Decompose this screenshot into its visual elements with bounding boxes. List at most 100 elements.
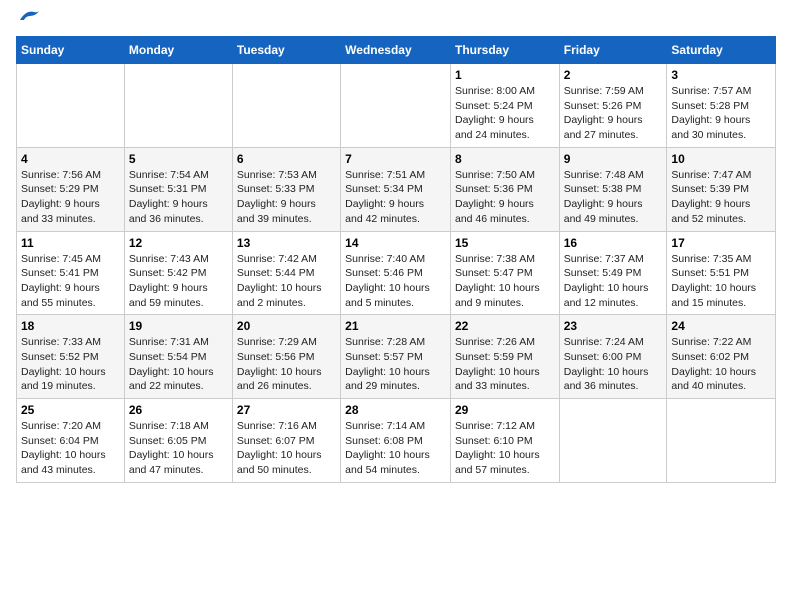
calendar-table: SundayMondayTuesdayWednesdayThursdayFrid… bbox=[16, 36, 776, 483]
header-day-monday: Monday bbox=[124, 37, 232, 64]
day-number: 23 bbox=[564, 319, 663, 333]
calendar-cell: 22 Sunrise: 7:26 AM Sunset: 5:59 PM Dayli… bbox=[450, 315, 559, 399]
day-number: 21 bbox=[345, 319, 446, 333]
day-number: 7 bbox=[345, 152, 446, 166]
day-number: 8 bbox=[455, 152, 555, 166]
header-row: SundayMondayTuesdayWednesdayThursdayFrid… bbox=[17, 37, 776, 64]
header-day-wednesday: Wednesday bbox=[341, 37, 451, 64]
calendar-cell: 6 Sunrise: 7:53 AM Sunset: 5:33 PM Daylig… bbox=[232, 147, 340, 231]
day-info: Sunrise: 7:51 AM Sunset: 5:34 PM Dayligh… bbox=[345, 168, 446, 227]
day-number: 28 bbox=[345, 403, 446, 417]
calendar-cell: 10 Sunrise: 7:47 AM Sunset: 5:39 PM Dayli… bbox=[667, 147, 776, 231]
day-number: 19 bbox=[129, 319, 228, 333]
calendar-cell: 2 Sunrise: 7:59 AM Sunset: 5:26 PM Daylig… bbox=[559, 64, 667, 148]
calendar-cell bbox=[124, 64, 232, 148]
calendar-cell: 18 Sunrise: 7:33 AM Sunset: 5:52 PM Dayli… bbox=[17, 315, 125, 399]
day-info: Sunrise: 7:38 AM Sunset: 5:47 PM Dayligh… bbox=[455, 252, 555, 311]
calendar-cell bbox=[559, 399, 667, 483]
day-number: 10 bbox=[671, 152, 771, 166]
day-number: 11 bbox=[21, 236, 120, 250]
day-number: 9 bbox=[564, 152, 663, 166]
day-number: 5 bbox=[129, 152, 228, 166]
calendar-cell: 14 Sunrise: 7:40 AM Sunset: 5:46 PM Dayli… bbox=[341, 231, 451, 315]
logo bbox=[16, 16, 40, 24]
calendar-cell: 24Sunrise: 7:22 AM Sunset: 6:02 PM Dayli… bbox=[667, 315, 776, 399]
day-info: Sunrise: 8:00 AM Sunset: 5:24 PM Dayligh… bbox=[455, 84, 555, 143]
week-row-1: 1Sunrise: 8:00 AM Sunset: 5:24 PM Daylig… bbox=[17, 64, 776, 148]
day-info: Sunrise: 7:14 AM Sunset: 6:08 PM Dayligh… bbox=[345, 419, 446, 478]
day-info: Sunrise: 7:29 AM Sunset: 5:56 PM Dayligh… bbox=[237, 335, 336, 394]
day-info: Sunrise: 7:47 AM Sunset: 5:39 PM Dayligh… bbox=[671, 168, 771, 227]
day-info: Sunrise: 7:16 AM Sunset: 6:07 PM Dayligh… bbox=[237, 419, 336, 478]
calendar-cell: 8 Sunrise: 7:50 AM Sunset: 5:36 PM Daylig… bbox=[450, 147, 559, 231]
calendar-cell: 5 Sunrise: 7:54 AM Sunset: 5:31 PM Daylig… bbox=[124, 147, 232, 231]
header-day-thursday: Thursday bbox=[450, 37, 559, 64]
calendar-cell: 9 Sunrise: 7:48 AM Sunset: 5:38 PM Daylig… bbox=[559, 147, 667, 231]
day-info: Sunrise: 7:57 AM Sunset: 5:28 PM Dayligh… bbox=[671, 84, 771, 143]
day-info: Sunrise: 7:53 AM Sunset: 5:33 PM Dayligh… bbox=[237, 168, 336, 227]
day-info: Sunrise: 7:45 AM Sunset: 5:41 PM Dayligh… bbox=[21, 252, 120, 311]
header-day-tuesday: Tuesday bbox=[232, 37, 340, 64]
calendar-cell: 12Sunrise: 7:43 AM Sunset: 5:42 PM Dayli… bbox=[124, 231, 232, 315]
week-row-5: 25 Sunrise: 7:20 AM Sunset: 6:04 PM Dayli… bbox=[17, 399, 776, 483]
day-info: Sunrise: 7:50 AM Sunset: 5:36 PM Dayligh… bbox=[455, 168, 555, 227]
calendar-cell bbox=[667, 399, 776, 483]
day-info: Sunrise: 7:28 AM Sunset: 5:57 PM Dayligh… bbox=[345, 335, 446, 394]
calendar-cell: 19 Sunrise: 7:31 AM Sunset: 5:54 PM Dayli… bbox=[124, 315, 232, 399]
calendar-cell: 25 Sunrise: 7:20 AM Sunset: 6:04 PM Dayli… bbox=[17, 399, 125, 483]
day-info: Sunrise: 7:33 AM Sunset: 5:52 PM Dayligh… bbox=[21, 335, 120, 394]
header-day-sunday: Sunday bbox=[17, 37, 125, 64]
calendar-cell: 17 Sunrise: 7:35 AM Sunset: 5:51 PM Dayli… bbox=[667, 231, 776, 315]
day-number: 26 bbox=[129, 403, 228, 417]
day-number: 14 bbox=[345, 236, 446, 250]
day-info: Sunrise: 7:54 AM Sunset: 5:31 PM Dayligh… bbox=[129, 168, 228, 227]
calendar-body: 1Sunrise: 8:00 AM Sunset: 5:24 PM Daylig… bbox=[17, 64, 776, 483]
day-info: Sunrise: 7:56 AM Sunset: 5:29 PM Dayligh… bbox=[21, 168, 120, 227]
calendar-cell: 3 Sunrise: 7:57 AM Sunset: 5:28 PM Daylig… bbox=[667, 64, 776, 148]
day-info: Sunrise: 7:59 AM Sunset: 5:26 PM Dayligh… bbox=[564, 84, 663, 143]
day-number: 2 bbox=[564, 68, 663, 82]
day-info: Sunrise: 7:42 AM Sunset: 5:44 PM Dayligh… bbox=[237, 252, 336, 311]
calendar-cell: 29Sunrise: 7:12 AM Sunset: 6:10 PM Dayli… bbox=[450, 399, 559, 483]
day-number: 27 bbox=[237, 403, 336, 417]
calendar-cell: 20 Sunrise: 7:29 AM Sunset: 5:56 PM Dayli… bbox=[232, 315, 340, 399]
day-number: 22 bbox=[455, 319, 555, 333]
calendar-cell: 16 Sunrise: 7:37 AM Sunset: 5:49 PM Dayli… bbox=[559, 231, 667, 315]
calendar-cell: 26 Sunrise: 7:18 AM Sunset: 6:05 PM Dayli… bbox=[124, 399, 232, 483]
day-info: Sunrise: 7:48 AM Sunset: 5:38 PM Dayligh… bbox=[564, 168, 663, 227]
calendar-cell: 15 Sunrise: 7:38 AM Sunset: 5:47 PM Dayli… bbox=[450, 231, 559, 315]
week-row-4: 18 Sunrise: 7:33 AM Sunset: 5:52 PM Dayli… bbox=[17, 315, 776, 399]
day-number: 29 bbox=[455, 403, 555, 417]
header-day-friday: Friday bbox=[559, 37, 667, 64]
day-number: 16 bbox=[564, 236, 663, 250]
day-number: 15 bbox=[455, 236, 555, 250]
page-header bbox=[16, 16, 776, 24]
day-number: 25 bbox=[21, 403, 120, 417]
day-number: 12 bbox=[129, 236, 228, 250]
day-info: Sunrise: 7:35 AM Sunset: 5:51 PM Dayligh… bbox=[671, 252, 771, 311]
day-info: Sunrise: 7:22 AM Sunset: 6:02 PM Dayligh… bbox=[671, 335, 771, 394]
day-info: Sunrise: 7:18 AM Sunset: 6:05 PM Dayligh… bbox=[129, 419, 228, 478]
day-number: 3 bbox=[671, 68, 771, 82]
calendar-cell bbox=[17, 64, 125, 148]
day-number: 4 bbox=[21, 152, 120, 166]
day-info: Sunrise: 7:31 AM Sunset: 5:54 PM Dayligh… bbox=[129, 335, 228, 394]
calendar-cell: 1Sunrise: 8:00 AM Sunset: 5:24 PM Daylig… bbox=[450, 64, 559, 148]
calendar-cell: 7 Sunrise: 7:51 AM Sunset: 5:34 PM Daylig… bbox=[341, 147, 451, 231]
day-number: 13 bbox=[237, 236, 336, 250]
day-number: 17 bbox=[671, 236, 771, 250]
day-info: Sunrise: 7:40 AM Sunset: 5:46 PM Dayligh… bbox=[345, 252, 446, 311]
day-number: 6 bbox=[237, 152, 336, 166]
week-row-3: 11 Sunrise: 7:45 AM Sunset: 5:41 PM Dayli… bbox=[17, 231, 776, 315]
calendar-cell bbox=[232, 64, 340, 148]
day-number: 18 bbox=[21, 319, 120, 333]
calendar-cell: 21 Sunrise: 7:28 AM Sunset: 5:57 PM Dayli… bbox=[341, 315, 451, 399]
day-info: Sunrise: 7:37 AM Sunset: 5:49 PM Dayligh… bbox=[564, 252, 663, 311]
day-info: Sunrise: 7:20 AM Sunset: 6:04 PM Dayligh… bbox=[21, 419, 120, 478]
day-number: 20 bbox=[237, 319, 336, 333]
calendar-cell bbox=[341, 64, 451, 148]
calendar-cell: 4 Sunrise: 7:56 AM Sunset: 5:29 PM Daylig… bbox=[17, 147, 125, 231]
calendar-cell: 11 Sunrise: 7:45 AM Sunset: 5:41 PM Dayli… bbox=[17, 231, 125, 315]
calendar-header: SundayMondayTuesdayWednesdayThursdayFrid… bbox=[17, 37, 776, 64]
day-info: Sunrise: 7:26 AM Sunset: 5:59 PM Dayligh… bbox=[455, 335, 555, 394]
